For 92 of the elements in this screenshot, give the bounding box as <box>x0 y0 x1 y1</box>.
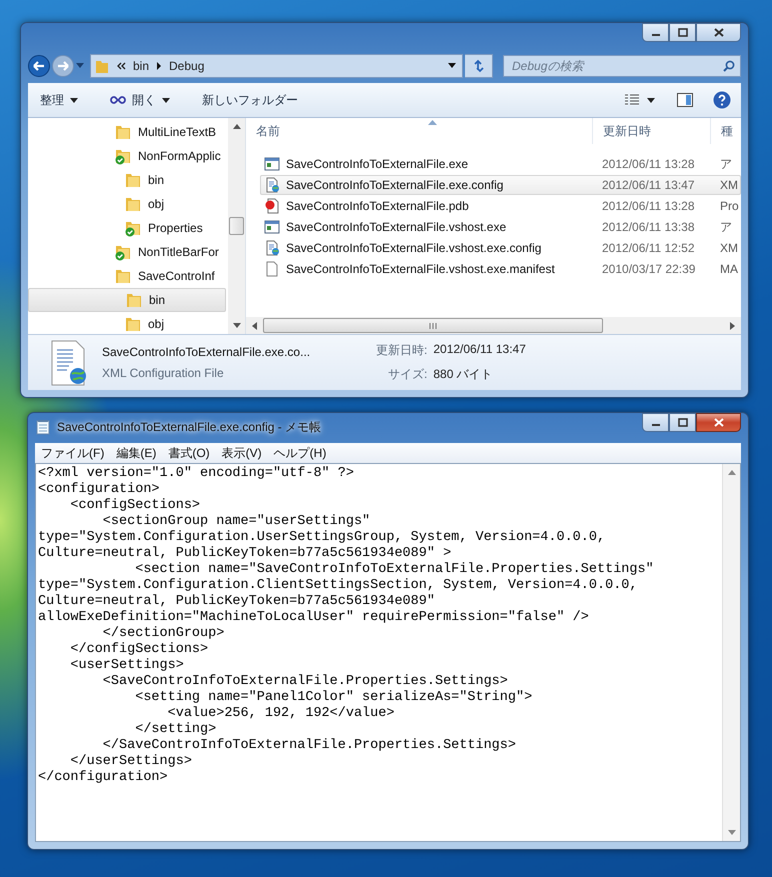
maximize-icon <box>678 28 688 37</box>
breadcrumb-item[interactable]: bin <box>133 59 150 73</box>
tree-item[interactable]: bin <box>28 288 226 312</box>
file-row[interactable]: SaveControInfoToExternalFile.exe 2012/06/11 13:28 ア <box>260 154 741 174</box>
breadcrumb-item[interactable]: Debug <box>169 59 204 73</box>
column-header[interactable]: 更新日時 <box>593 118 711 144</box>
folder-icon <box>124 171 142 189</box>
toolbar-button[interactable]: 新しいフォルダー <box>196 90 304 110</box>
size-value: 880 バイト <box>433 366 494 383</box>
date-value: 2012/06/11 13:47 <box>433 342 526 358</box>
sort-arrow-icon <box>428 120 437 125</box>
tree-item[interactable]: NonTitleBarFor <box>28 240 226 264</box>
scrollbar[interactable] <box>722 464 740 841</box>
close-icon <box>714 418 724 427</box>
file-name: SaveControInfoToExternalFile.exe.co... <box>102 345 312 359</box>
tree-item[interactable]: bin <box>28 168 226 192</box>
folder-check-icon <box>114 243 132 261</box>
folder-icon <box>95 58 109 74</box>
minimize-button[interactable] <box>642 23 669 42</box>
help-icon[interactable] <box>713 91 731 109</box>
view-options-icon[interactable] <box>625 94 639 106</box>
menu-item[interactable]: 表示(V) <box>222 444 262 462</box>
minimize-button[interactable] <box>642 413 669 432</box>
maximize-icon <box>678 418 688 427</box>
exe-file-icon <box>264 219 280 235</box>
file-row[interactable]: SaveControInfoToExternalFile.vshost.exe 2012/06/11 13:38 ア <box>260 217 741 237</box>
scroll-up-icon[interactable] <box>232 124 240 129</box>
address-bar[interactable]: bin Debug <box>90 54 463 78</box>
menu-item[interactable]: 書式(O) <box>168 444 210 462</box>
overflow-chevron-icon[interactable] <box>116 62 126 70</box>
history-caret-icon[interactable] <box>76 63 84 69</box>
pdb-file-icon <box>264 198 280 214</box>
dropdown-caret-icon[interactable] <box>448 63 456 69</box>
menu-item[interactable]: ヘルプ(H) <box>274 444 326 462</box>
refresh-button[interactable] <box>465 54 493 78</box>
tree-item[interactable]: SaveControInf <box>28 264 226 288</box>
scrollbar[interactable] <box>246 317 741 334</box>
file-row[interactable]: SaveControInfoToExternalFile.vshost.exe.config 2012/06/11 12:52 XM <box>260 238 741 258</box>
column-header[interactable]: 種 <box>711 118 741 144</box>
notepad-icon <box>35 419 51 435</box>
scroll-down-icon[interactable] <box>232 323 240 328</box>
folder-icon <box>114 267 132 285</box>
scroll-right-icon[interactable] <box>730 322 735 330</box>
scrollbar[interactable] <box>228 118 245 334</box>
loops-icon <box>110 96 126 104</box>
manifest-file-icon <box>264 261 280 277</box>
config-file-icon <box>264 240 280 256</box>
file-row[interactable]: SaveControInfoToExternalFile.vshost.exe.manifest 2010/03/17 22:39 MA <box>260 259 741 279</box>
file-row[interactable]: SaveControInfoToExternalFile.pdb 2012/06/11 13:28 Pro <box>260 196 741 216</box>
scroll-up-icon[interactable] <box>728 470 736 475</box>
refresh-icon <box>472 59 486 73</box>
column-header[interactable]: 名前 <box>246 118 593 144</box>
scroll-thumb[interactable] <box>229 217 244 235</box>
file-type: XML Configuration File <box>102 366 225 380</box>
scroll-down-icon[interactable] <box>728 830 736 835</box>
folder-icon <box>124 315 142 333</box>
toolbar-button[interactable]: 整理 <box>34 90 84 110</box>
tree-item[interactable]: NonFormApplic <box>28 144 226 168</box>
close-button[interactable] <box>696 23 741 42</box>
tree-item[interactable]: MultiLineTextB <box>28 120 226 144</box>
breadcrumb-arrow-icon[interactable] <box>156 62 162 70</box>
search-icon <box>723 60 735 72</box>
scroll-left-icon[interactable] <box>252 322 257 330</box>
view-caret-icon[interactable] <box>647 98 655 102</box>
tree-item[interactable]: obj <box>28 312 226 334</box>
search-field[interactable]: Debugの検索 <box>503 55 741 77</box>
folder-check-icon <box>124 219 142 237</box>
menu-item[interactable]: ファイル(F) <box>41 444 104 462</box>
back-icon[interactable] <box>28 55 50 77</box>
toolbar-button[interactable]: 開く <box>104 90 176 110</box>
size-label: サイズ: <box>387 366 428 383</box>
caret-icon <box>162 98 170 102</box>
file-row[interactable]: SaveControInfoToExternalFile.exe.config 2012/06/11 13:47 XM <box>260 175 741 195</box>
folder-icon <box>124 195 142 213</box>
folder-icon <box>125 291 143 309</box>
caret-icon <box>70 98 78 102</box>
menu-item[interactable]: 編集(E) <box>116 444 156 462</box>
forward-icon[interactable] <box>52 55 74 77</box>
exe-file-icon <box>264 156 280 172</box>
maximize-button[interactable] <box>669 23 696 42</box>
preview-pane-icon[interactable] <box>677 93 693 107</box>
folder-icon <box>114 123 132 141</box>
grip-icon <box>429 322 437 328</box>
folder-check-icon <box>114 147 132 165</box>
tree-item[interactable]: obj <box>28 192 226 216</box>
close-button[interactable] <box>696 413 741 432</box>
maximize-button[interactable] <box>669 413 696 432</box>
close-icon <box>714 28 724 37</box>
config-file-icon <box>264 177 280 193</box>
tree-item[interactable]: Properties <box>28 216 226 240</box>
window-title: SaveControInfoToExternalFile.exe.config - メモ帳 <box>57 419 322 436</box>
date-label: 更新日時: <box>376 342 428 359</box>
